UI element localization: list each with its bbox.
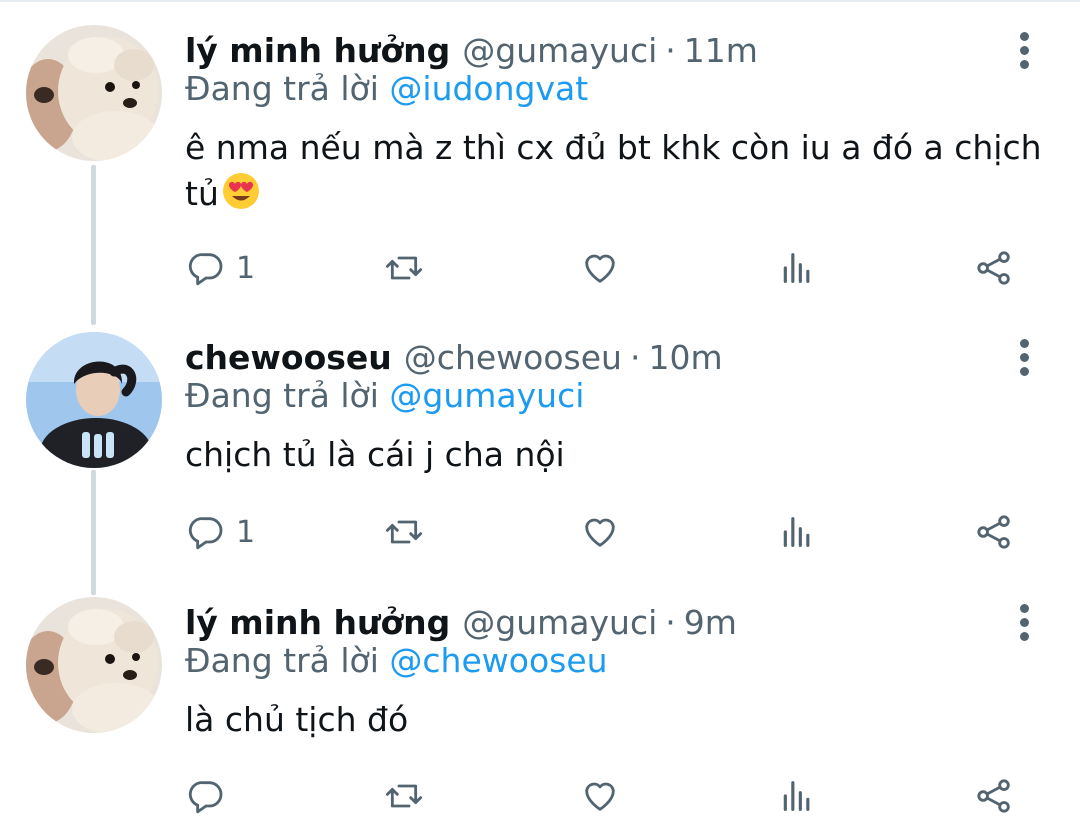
replying-to-label: Đang trả lời xyxy=(185,641,379,680)
more-options-icon[interactable] xyxy=(1006,27,1042,73)
share-icon xyxy=(977,779,1010,813)
tweet-text-word: tủ xyxy=(185,174,219,213)
display-name[interactable]: chewooseu xyxy=(185,338,392,377)
user-handle[interactable]: @gumayuci xyxy=(462,603,657,642)
retweet-icon xyxy=(385,256,423,280)
reply-icon xyxy=(188,517,223,550)
display-name[interactable]: lý minh hưởng xyxy=(185,603,450,642)
timestamp[interactable]: 9m xyxy=(684,603,737,642)
more-options-icon[interactable] xyxy=(1006,599,1042,645)
tweet-actions: 1 xyxy=(0,243,1080,293)
heart-icon xyxy=(585,254,615,283)
reply-icon xyxy=(188,253,223,286)
retweet-button[interactable] xyxy=(384,507,424,557)
separator-dot: · xyxy=(665,602,676,642)
replying-to: Đang trả lời @gumayuci xyxy=(185,376,584,415)
like-button[interactable] xyxy=(580,507,620,557)
analytics-icon xyxy=(783,781,810,811)
divider xyxy=(0,0,1080,2)
reply-count: 1 xyxy=(236,514,256,550)
analytics-icon xyxy=(783,517,810,547)
replying-to-label: Đang trả lời xyxy=(185,376,379,415)
avatar[interactable] xyxy=(26,597,162,733)
reply-button[interactable]: 1 xyxy=(186,507,255,557)
tweet-actions xyxy=(0,771,1080,821)
timestamp[interactable]: 10m xyxy=(648,338,722,377)
more-options-icon[interactable] xyxy=(1006,334,1042,380)
avatar[interactable] xyxy=(26,332,162,468)
tweet-text-line: là chủ tịch đó xyxy=(185,700,409,739)
reply-button[interactable] xyxy=(186,771,226,821)
tweet-text-line: ê nma nếu mà z thì cx đủ bt khk còn iu a… xyxy=(185,128,1042,167)
tweet-text: ê nma nếu mà z thì cx đủ bt khk còn iu a… xyxy=(185,125,1045,217)
timestamp[interactable]: 11m xyxy=(684,31,758,70)
mention-link[interactable]: @chewooseu xyxy=(389,641,607,680)
retweet-icon xyxy=(385,784,423,808)
pomeranian-dog-avatar xyxy=(26,597,162,733)
mention-link[interactable]: @iudongvat xyxy=(389,69,588,108)
replying-to: Đang trả lời @iudongvat xyxy=(185,69,588,108)
retweet-button[interactable] xyxy=(384,243,424,293)
reply-icon xyxy=(188,781,223,814)
analytics-icon xyxy=(783,253,810,283)
analytics-button[interactable] xyxy=(777,243,817,293)
reply-thread: lý minh hưởng @gumayuci · 11m Đang trả l… xyxy=(0,0,1080,840)
tweet-actions: 1 xyxy=(0,507,1080,557)
display-name[interactable]: lý minh hưởng xyxy=(185,31,450,70)
heart-icon xyxy=(585,518,615,547)
analytics-button[interactable] xyxy=(777,771,817,821)
retweet-button[interactable] xyxy=(384,771,424,821)
reply-count: 1 xyxy=(236,250,256,286)
heart-eyes-emoji-icon xyxy=(222,173,259,209)
tweet[interactable]: lý minh hưởng @gumayuci · 11m Đang trả l… xyxy=(0,25,1080,310)
tweet-text-line-2: tủ xyxy=(185,171,1045,217)
tweet-header: chewooseu @chewooseu · 10m xyxy=(185,332,723,382)
user-handle[interactable]: @chewooseu xyxy=(404,338,622,377)
heart-icon xyxy=(585,782,615,811)
tweet[interactable]: chewooseu @chewooseu · 10m Đang trả lời … xyxy=(0,332,1080,572)
tweet-header: lý minh hưởng @gumayuci · 9m xyxy=(185,597,737,647)
tweet-text: là chủ tịch đó xyxy=(185,697,1045,743)
share-button[interactable] xyxy=(974,771,1014,821)
like-button[interactable] xyxy=(580,771,620,821)
pomeranian-dog-avatar xyxy=(26,25,162,161)
share-icon xyxy=(977,515,1010,549)
share-button[interactable] xyxy=(974,507,1014,557)
person-avatar xyxy=(26,332,162,468)
like-button[interactable] xyxy=(580,243,620,293)
tweet-text-line: chịch tủ là cái j cha nội xyxy=(185,435,565,474)
mention-link[interactable]: @gumayuci xyxy=(389,376,584,415)
user-handle[interactable]: @gumayuci xyxy=(462,31,657,70)
retweet-icon xyxy=(385,520,423,544)
separator-dot: · xyxy=(665,30,676,70)
analytics-button[interactable] xyxy=(777,507,817,557)
share-button[interactable] xyxy=(974,243,1014,293)
reply-button[interactable]: 1 xyxy=(186,243,255,293)
share-icon xyxy=(977,251,1010,285)
separator-dot: · xyxy=(629,337,641,377)
tweet[interactable]: lý minh hưởng @gumayuci · 9m Đang trả lờ… xyxy=(0,597,1080,837)
replying-to: Đang trả lời @chewooseu xyxy=(185,641,608,680)
tweet-text: chịch tủ là cái j cha nội xyxy=(185,432,1045,478)
avatar[interactable] xyxy=(26,25,162,161)
tweet-header: lý minh hưởng @gumayuci · 11m xyxy=(185,25,758,75)
replying-to-label: Đang trả lời xyxy=(185,69,379,108)
